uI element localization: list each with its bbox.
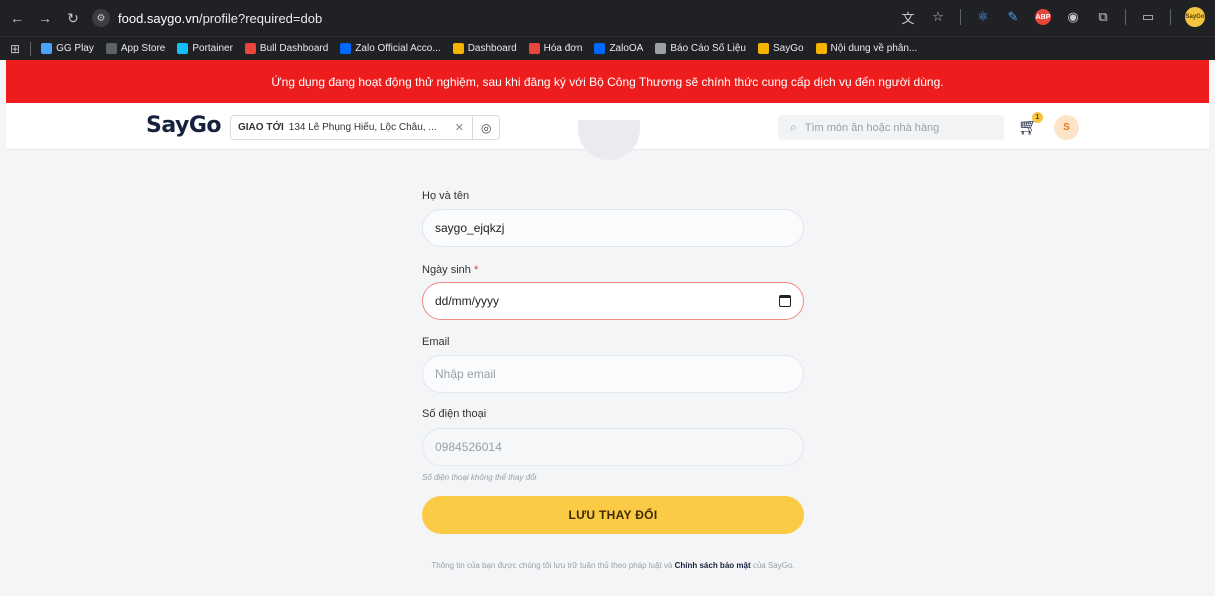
bookmark-favicon-icon [528, 43, 540, 54]
toolbar-divider-2 [1125, 9, 1126, 25]
react-extension-icon[interactable]: ⚛ [975, 9, 991, 25]
privacy-note: Thông tin của bạn được chúng tôi lưu trữ… [422, 559, 804, 572]
privacy-policy-link[interactable]: Chính sách bảo mật [675, 561, 751, 570]
saygo-logo[interactable]: SayGo [146, 113, 222, 138]
dob-placeholder: dd/mm/yyyy [435, 294, 500, 308]
search-icon: ⌕ [790, 120, 797, 134]
adblock-extension-icon[interactable]: ABP [1035, 9, 1051, 25]
side-panel-icon[interactable]: ▭ [1140, 9, 1156, 25]
back-icon[interactable]: ← [6, 7, 28, 29]
bookmark-label: GG Play [56, 43, 94, 54]
bookmark-label: Portainer [192, 43, 233, 54]
profile-photo-placeholder[interactable] [578, 120, 640, 160]
bookmark-label: App Store [120, 43, 166, 54]
bookmark-label: Hóa đơn [543, 43, 583, 54]
save-button[interactable]: LƯU THAY ĐỔI [422, 496, 804, 534]
extensions-puzzle-icon[interactable]: ⧉ [1095, 9, 1111, 25]
bookmark-label: Dashboard [467, 43, 517, 54]
bookmark-favicon-icon [340, 43, 352, 54]
locate-icon[interactable]: ◎ [481, 121, 491, 135]
bookmark-favicon-icon [815, 43, 827, 54]
reload-icon[interactable]: ↻ [62, 7, 84, 29]
toolbar-divider [960, 9, 961, 25]
bookmark-item[interactable]: SayGo [757, 43, 804, 54]
apps-grid-icon[interactable]: ⊞ [10, 42, 20, 56]
browser-toolbar: ← → ↻ ⚙ food.saygo.vn/profile?required=d… [0, 0, 1215, 36]
url-path: /profile?required=dob [198, 10, 323, 26]
tool-extension-icon[interactable]: ✎ [1005, 9, 1021, 25]
cart-count-badge: 1 [1032, 112, 1043, 123]
search-placeholder: Tìm món ăn hoặc nhà hàng [804, 121, 940, 134]
page-viewport: Ứng dụng đang hoạt động thử nghiệm, sau … [0, 60, 1215, 596]
site-settings-icon[interactable]: ⚙ [92, 9, 110, 27]
bookmark-item[interactable]: Zalo Official Acco... [340, 43, 441, 54]
dob-label-text: Ngày sinh [422, 264, 471, 276]
dob-input[interactable]: dd/mm/yyyy [422, 282, 804, 320]
bookmark-favicon-icon [452, 43, 464, 54]
email-label: Email [422, 336, 450, 348]
name-label: Họ và tên [422, 190, 470, 202]
bookmark-item[interactable]: Báo Cáo Số Liệu [655, 43, 746, 54]
bookmarks-bar: ⊞ GG Play App Store Portainer Bull Dashboar… [0, 36, 1215, 60]
deliver-to-label: GIAO TỚI [238, 122, 284, 133]
bookmark-label: Zalo Official Acco... [355, 43, 441, 54]
bookmark-item[interactable]: App Store [105, 43, 166, 54]
bookmark-star-icon[interactable]: ☆ [930, 9, 946, 25]
bookmark-favicon-icon [757, 43, 769, 54]
calendar-icon[interactable] [779, 295, 791, 307]
forward-icon[interactable]: → [34, 7, 56, 29]
deliver-address[interactable]: 134 Lê Phụng Hiểu, Lộc Châu, ... [289, 122, 449, 133]
bookmark-favicon-icon [594, 43, 606, 54]
bookmark-item[interactable]: Bull Dashboard [244, 43, 329, 54]
bookmark-label: Nội dung về phân... [830, 43, 918, 54]
dob-label: Ngày sinh * [422, 264, 478, 276]
required-mark: * [473, 264, 479, 276]
bookmarks-divider [30, 41, 32, 56]
name-input[interactable]: saygo_ejqkzj [422, 209, 804, 247]
bookmark-list: GG Play App Store Portainer Bull Dashboard Z… [41, 43, 929, 54]
url-host: food.saygo.vn [118, 10, 199, 26]
bookmark-label: Bull Dashboard [259, 43, 329, 54]
phone-label: Số điện thoại [422, 408, 487, 420]
bookmark-label: SayGo [772, 43, 804, 54]
bookmark-item[interactable]: Portainer [177, 43, 233, 54]
address-divider [471, 116, 473, 139]
bookmark-favicon-icon [105, 43, 117, 54]
profile-avatar-icon[interactable]: SayGo [1185, 7, 1205, 27]
bookmark-label: ZaloOA [609, 43, 644, 54]
bookmark-favicon-icon [244, 43, 256, 54]
bookmark-label: Báo Cáo Số Liệu [670, 43, 746, 54]
translate-icon[interactable]: 文 [900, 9, 916, 26]
url-text[interactable]: food.saygo.vn/profile?required=dob [118, 11, 322, 26]
user-avatar[interactable]: S [1054, 115, 1079, 140]
phone-input: 0984526014 [422, 428, 804, 466]
bookmark-item[interactable]: Dashboard [452, 43, 517, 54]
extensions-row: 文 ☆ ⚛ ✎ ABP ◉ ⧉ ▭ SayGo [900, 7, 1205, 27]
browser-window: ← → ↻ ⚙ food.saygo.vn/profile?required=d… [0, 0, 1215, 596]
toolbar-divider-3 [1170, 9, 1171, 25]
trial-banner: Ứng dụng đang hoạt động thử nghiệm, sau … [6, 60, 1209, 103]
bookmark-favicon-icon [41, 43, 53, 54]
bookmark-favicon-icon [177, 43, 189, 54]
bookmark-item[interactable]: Nội dung về phân... [815, 43, 918, 54]
privacy-prefix: Thông tin của bạn được chúng tôi lưu trữ… [431, 561, 673, 570]
bookmark-item[interactable]: ZaloOA [594, 43, 643, 54]
email-input[interactable]: Nhập email [422, 355, 804, 393]
bookmark-item[interactable]: Hóa đơn [528, 43, 583, 54]
bookmark-favicon-icon [655, 43, 667, 54]
camera-extension-icon[interactable]: ◉ [1065, 9, 1081, 25]
phone-hint: Số điện thoại không thể thay đổi [422, 473, 537, 482]
privacy-suffix: của SayGo. [752, 561, 795, 570]
search-box[interactable]: ⌕ Tìm món ăn hoặc nhà hàng [778, 115, 1004, 140]
delivery-address-box[interactable]: GIAO TỚI 134 Lê Phụng Hiểu, Lộc Châu, ..… [230, 115, 500, 140]
clear-address-icon[interactable]: ✕ [455, 121, 464, 134]
bookmark-item[interactable]: GG Play [41, 43, 94, 54]
